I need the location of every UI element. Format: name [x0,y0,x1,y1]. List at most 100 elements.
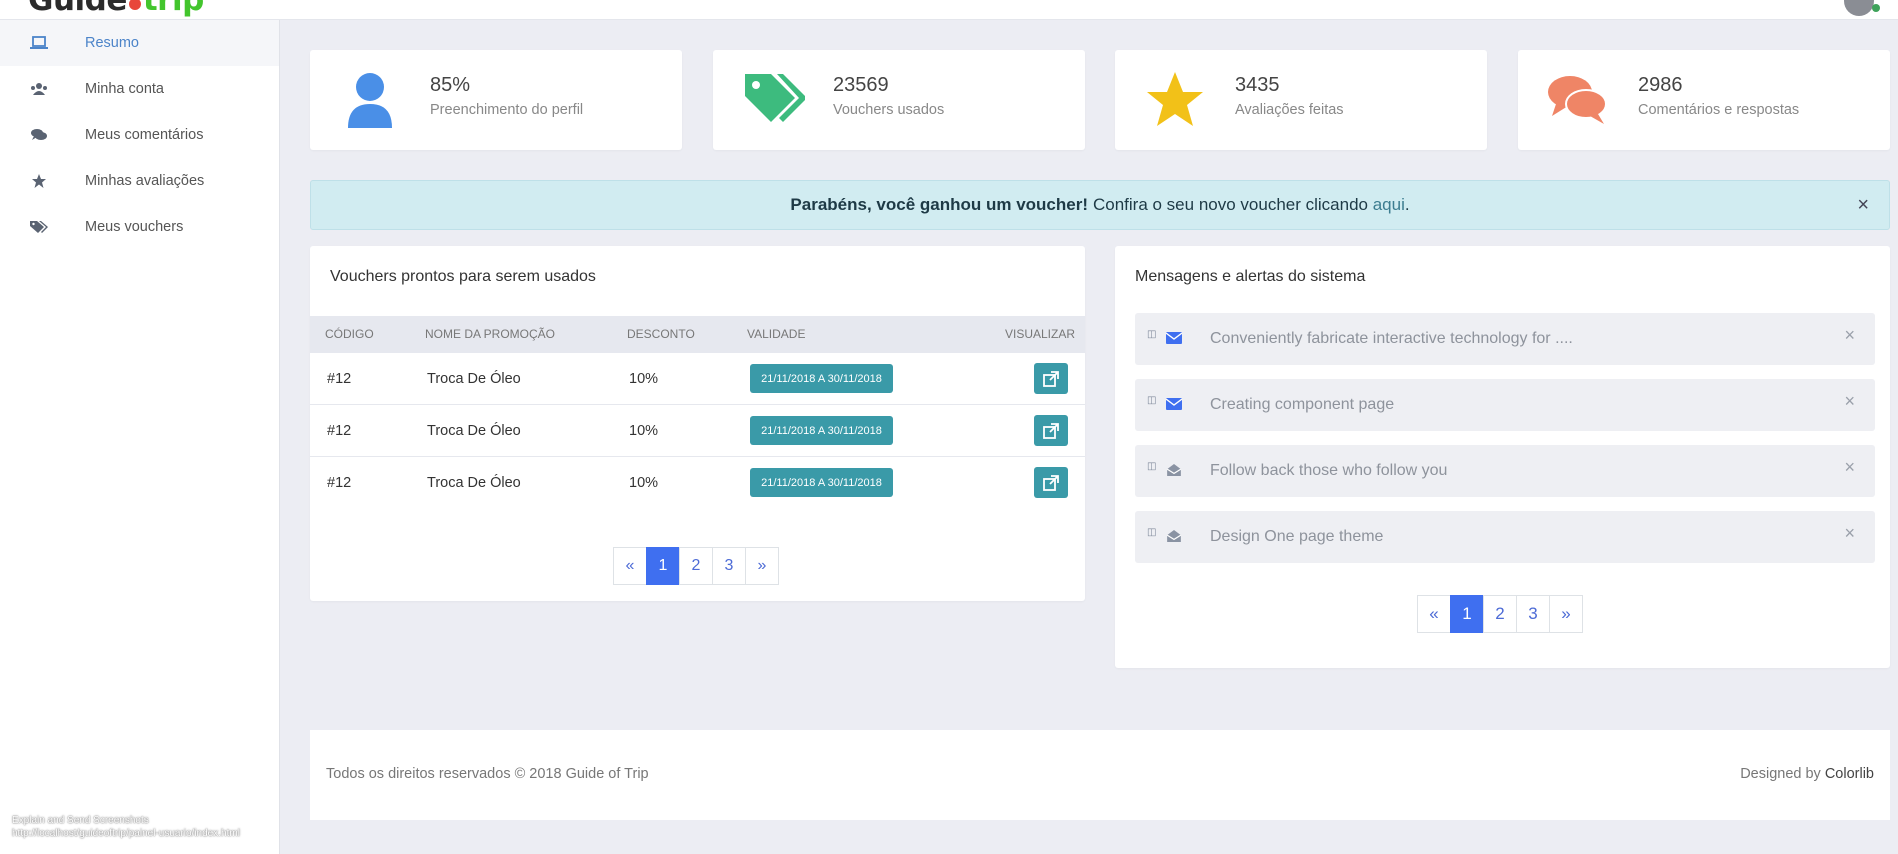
stat-value: 23569 [833,74,889,96]
sidebar-item-label: Meus comentários [85,127,204,143]
pagination-page-2[interactable]: 2 [679,547,713,585]
pagination-page-2[interactable]: 2 [1483,595,1517,633]
sidebar-item-label: Minhas avaliações [85,173,205,189]
online-status-dot [1872,4,1880,12]
view-voucher-button[interactable] [1034,467,1068,498]
sidebar-item-label: Minha conta [85,81,164,97]
messages-pagination: « 1 2 3 » [1417,595,1583,633]
pagination-page-1[interactable]: 1 [646,547,680,585]
message-close-icon[interactable]: × [1844,523,1855,544]
column-header: CÓDIGO [325,327,374,341]
alert-text: Confira o seu novo voucher clicando [1092,195,1368,214]
table-row: #12 Troca De Óleo 10% 21/11/2018 A 30/11… [310,405,1085,457]
stat-value: 85% [430,74,471,96]
message-close-icon[interactable]: × [1844,391,1855,412]
logo[interactable]: Guide trip [28,0,204,18]
logo-dot [128,0,141,10]
alert-link[interactable]: aqui [1373,195,1405,215]
pagination-next[interactable]: » [1549,595,1583,633]
pagination-page-1[interactable]: 1 [1450,595,1484,633]
message-close-icon[interactable]: × [1844,457,1855,478]
list-item[interactable]: ◫ Follow back those who follow you × [1135,445,1875,497]
column-header: NOME DA PROMOÇÃO [425,327,556,341]
sidebar-item-label: Resumo [85,35,139,51]
stat-card-avaliacoes: 3435 Avaliações feitas [1115,50,1487,150]
designer-link[interactable]: Colorlib [1825,766,1874,782]
external-link-icon [1043,474,1059,491]
message-close-icon[interactable]: × [1844,325,1855,346]
stat-value: 2986 [1638,74,1683,96]
star-icon [32,174,46,188]
stat-card-comentarios: 2986 Comentários e respostas [1518,50,1890,150]
validity-badge: 21/11/2018 A 30/11/2018 [750,416,893,445]
footer-credit: Designed by Colorlib [1740,766,1874,782]
message-text: Design One page theme [1210,528,1384,545]
column-header: VISUALIZAR [1005,327,1076,341]
avatar[interactable] [1844,0,1874,16]
pagination-page-3[interactable]: 3 [712,547,746,585]
stat-card-vouchers: 23569 Vouchers usados [713,50,1085,150]
users-icon [31,83,47,95]
validity-badge: 21/11/2018 A 30/11/2018 [750,364,893,393]
view-voucher-button[interactable] [1034,415,1068,446]
vouchers-panel: Vouchers prontos para serem usados CÓDIG… [310,246,1085,601]
vouchers-table-header: CÓDIGO NOME DA PROMOÇÃO DESCONTO VALIDAD… [310,316,1085,353]
voucher-alert: Parabéns, você ganhou um voucher! Confir… [310,180,1890,230]
messages-panel: Mensagens e alertas do sistema ◫ Conveni… [1115,246,1890,668]
sidebar-item-meus-comentarios[interactable]: Meus comentários [0,112,279,158]
top-bar: Guide trip [0,0,1898,20]
stat-value: 3435 [1235,74,1280,96]
comments-icon [31,129,47,140]
vouchers-pagination: « 1 2 3 » [613,547,779,585]
stat-label: Comentários e respostas [1638,102,1800,118]
table-row: #12 Troca De Óleo 10% 21/11/2018 A 30/11… [310,353,1085,405]
laptop-icon [30,36,48,49]
sidebar-item-label: Meus vouchers [85,219,184,235]
checkbox-icon[interactable]: ◫ [1147,329,1156,340]
vouchers-title: Vouchers prontos para serem usados [330,268,596,285]
sidebar-item-minhas-avaliacoes[interactable]: Minhas avaliações [0,158,279,204]
external-link-icon [1043,422,1059,439]
message-text: Conveniently fabricate interactive techn… [1210,330,1573,347]
view-voucher-button[interactable] [1034,363,1068,394]
messages-title: Mensagens e alertas do sistema [1135,268,1366,285]
checkbox-icon[interactable]: ◫ [1147,527,1156,538]
envelope-open-icon [1166,464,1182,476]
alert-close-icon[interactable]: × [1857,194,1869,217]
footer-copyright: Todos os direitos reservados © 2018 Guid… [326,766,649,782]
column-header: VALIDADE [747,327,806,341]
browser-status-bar: Explain and Send Screenshots http://loca… [12,815,240,839]
sidebar-item-minha-conta[interactable]: Minha conta [0,66,279,112]
star-icon [1147,72,1203,126]
pagination-prev[interactable]: « [1417,595,1451,633]
list-item[interactable]: ◫ Creating component page × [1135,379,1875,431]
checkbox-icon[interactable]: ◫ [1147,461,1156,472]
stat-label: Avaliações feitas [1235,102,1344,118]
sidebar-item-meus-vouchers[interactable]: Meus vouchers [0,204,279,250]
pagination-page-3[interactable]: 3 [1516,595,1550,633]
sidebar-item-resumo[interactable]: Resumo [0,20,279,66]
table-row: #12 Troca De Óleo 10% 21/11/2018 A 30/11… [310,457,1085,509]
stat-card-perfil: 85% Preenchimento do perfil [310,50,682,150]
message-text: Creating component page [1210,396,1395,413]
external-link-icon [1043,370,1059,387]
sidebar: Resumo Minha conta Meus comentários Minh… [0,20,280,854]
pagination-prev[interactable]: « [613,547,647,585]
envelope-icon [1166,398,1182,410]
list-item[interactable]: ◫ Design One page theme × [1135,511,1875,563]
pagination-next[interactable]: » [745,547,779,585]
stat-label: Vouchers usados [833,102,945,118]
user-icon [348,73,392,128]
stat-label: Preenchimento do perfil [430,102,584,118]
envelope-icon [1166,332,1182,344]
validity-badge: 21/11/2018 A 30/11/2018 [750,468,893,497]
column-header: DESCONTO [627,327,695,341]
footer: Todos os direitos reservados © 2018 Guid… [310,730,1890,820]
tags-icon [745,74,805,122]
tags-icon [30,221,48,233]
alert-bold-text: Parabéns, você ganhou um voucher! [790,195,1088,214]
list-item[interactable]: ◫ Conveniently fabricate interactive tec… [1135,313,1875,365]
checkbox-icon[interactable]: ◫ [1147,395,1156,406]
envelope-open-icon [1166,530,1182,542]
message-text: Follow back those who follow you [1210,462,1448,479]
